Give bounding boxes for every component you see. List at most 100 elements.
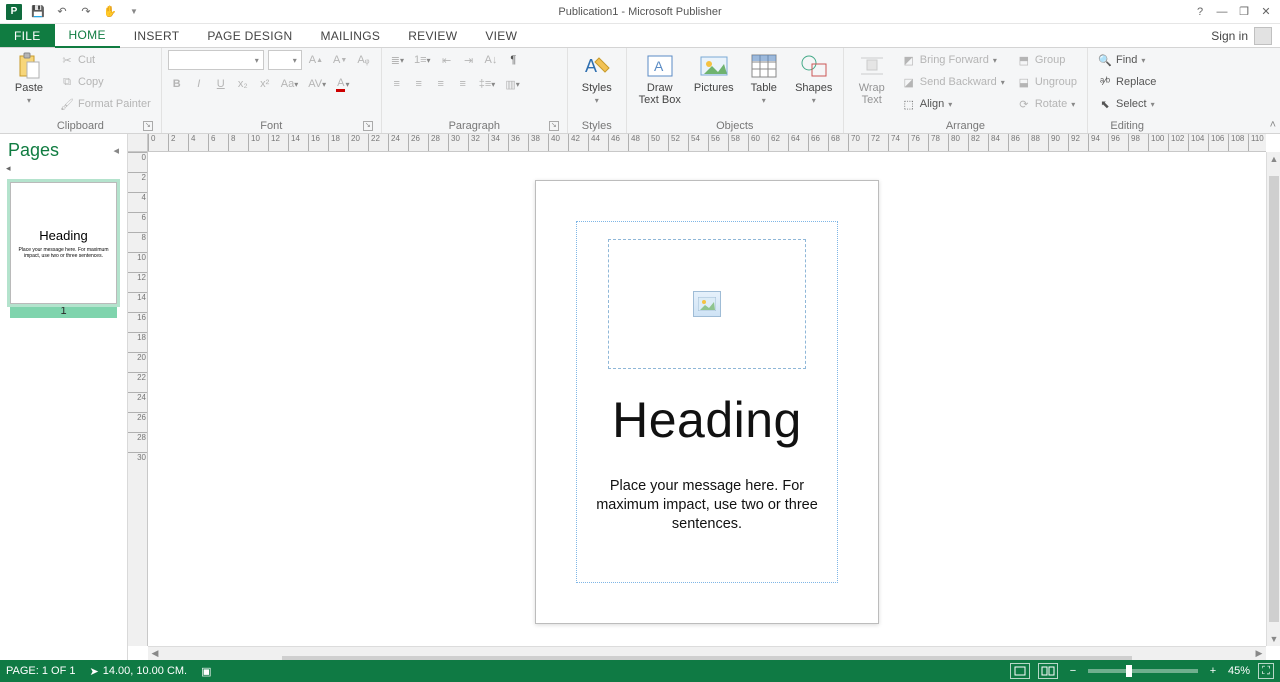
clear-formatting-button[interactable]: Aᵩ (354, 51, 372, 69)
cut-button[interactable]: ✂Cut (56, 50, 155, 70)
line-spacing-button[interactable]: ‡≡▾ (476, 75, 499, 93)
ruler-tick: 10 (248, 134, 260, 152)
draw-text-box-button[interactable]: A Draw Text Box (633, 50, 687, 106)
bold-button[interactable]: B (168, 75, 186, 93)
quick-access-toolbar: P 💾 ↶ ↷ ✋ ▼ (0, 2, 144, 22)
zoom-slider[interactable] (1088, 669, 1198, 673)
tab-mailings[interactable]: MAILINGS (306, 24, 394, 47)
sort-button[interactable]: A↓ (482, 51, 501, 69)
shrink-font-button[interactable]: A▼ (330, 51, 350, 69)
tab-view[interactable]: VIEW (471, 24, 531, 47)
picture-placeholder[interactable] (608, 239, 806, 369)
font-size-combo[interactable]: ▾ (268, 50, 302, 70)
help-button[interactable]: ? (1190, 2, 1210, 22)
ruler-tick: 6 (208, 134, 215, 152)
select-button[interactable]: ⬉Select▾ (1094, 94, 1160, 114)
scroll-down-button[interactable]: ▼ (1267, 632, 1280, 646)
paragraph-dialog-launcher[interactable]: ↘ (549, 121, 559, 131)
document-heading[interactable]: Heading (536, 391, 878, 449)
pictures-button[interactable]: Pictures (691, 50, 737, 94)
copy-button[interactable]: ⧉Copy (56, 72, 155, 92)
fit-page-button[interactable]: ⛶ (1258, 663, 1274, 679)
qat-customize-button[interactable]: ▼ (124, 2, 144, 22)
minimize-button[interactable]: — (1212, 2, 1232, 22)
clipboard-dialog-launcher[interactable]: ↘ (143, 121, 153, 131)
sign-in-link[interactable]: Sign in (1203, 24, 1280, 47)
align-center-button[interactable]: ≡ (410, 75, 428, 93)
send-backward-button[interactable]: ◪Send Backward ▾ (898, 72, 1009, 92)
shapes-button[interactable]: Shapes▾ (791, 50, 837, 107)
section-toggle-icon[interactable]: ◂ (0, 163, 127, 174)
single-page-view-button[interactable] (1010, 663, 1030, 679)
rotate-button[interactable]: ⟳Rotate▾ (1013, 94, 1081, 114)
grow-font-button[interactable]: A▲ (306, 51, 326, 69)
change-case-button[interactable]: Aa▾ (278, 75, 301, 93)
find-button[interactable]: 🔍Find ▾ (1094, 50, 1160, 70)
viewport[interactable]: Heading Place your message here. For max… (148, 152, 1266, 646)
bullets-button[interactable]: ≣▾ (388, 51, 407, 69)
align-button[interactable]: ⬚Align▾ (898, 94, 1009, 114)
align-right-button[interactable]: ≡ (432, 75, 450, 93)
page-thumbnail[interactable]: Heading Place your message here. For max… (10, 182, 117, 304)
scroll-up-button[interactable]: ▲ (1267, 152, 1280, 166)
bring-forward-button[interactable]: ◩Bring Forward ▾ (898, 50, 1009, 70)
status-page[interactable]: PAGE: 1 OF 1 (6, 665, 76, 677)
numbering-button[interactable]: 1≡▾ (411, 51, 434, 69)
group-font: ▾ ▾ A▲ A▼ Aᵩ B I U x₂ x² Aa▾ AV▾ A▾ Font… (162, 48, 382, 133)
underline-button[interactable]: U (212, 75, 230, 93)
font-color-button[interactable]: A▾ (333, 75, 352, 93)
tab-review[interactable]: REVIEW (394, 24, 471, 47)
tab-insert[interactable]: INSERT (120, 24, 194, 47)
wrap-text-button[interactable]: Wrap Text (850, 50, 894, 106)
shapes-label: Shapes (795, 82, 832, 94)
columns-button[interactable]: ▥▾ (502, 75, 522, 93)
collapse-ribbon-button[interactable]: ˄ (1270, 119, 1276, 131)
scroll-left-button[interactable]: ◀ (148, 647, 162, 661)
vertical-scroll-thumb[interactable] (1269, 176, 1279, 622)
document-body-text[interactable]: Place your message here. For maximum imp… (586, 477, 828, 534)
pages-pane-collapse-button[interactable]: ◂ (113, 144, 119, 157)
increase-indent-button[interactable]: ⇥ (460, 51, 478, 69)
publication-page[interactable]: Heading Place your message here. For max… (535, 180, 879, 624)
char-spacing-button[interactable]: AV▾ (305, 75, 329, 93)
italic-button[interactable]: I (190, 75, 208, 93)
paste-button[interactable]: Paste▾ (6, 50, 52, 107)
superscript-button[interactable]: x² (256, 75, 274, 93)
save-button[interactable]: 💾 (28, 2, 48, 22)
font-dialog-launcher[interactable]: ↘ (363, 121, 373, 131)
vertical-scrollbar[interactable]: ▲ ▼ (1266, 152, 1280, 646)
tab-page-design[interactable]: PAGE DESIGN (193, 24, 306, 47)
replace-button[interactable]: ᵃ⁄ᵇReplace (1094, 72, 1160, 92)
zoom-in-button[interactable]: + (1206, 665, 1220, 677)
close-button[interactable]: ✕ (1256, 2, 1276, 22)
group-button[interactable]: ⬒Group (1013, 50, 1081, 70)
numbering-icon: 1≡ (414, 54, 427, 66)
tab-file[interactable]: FILE (0, 24, 55, 47)
restore-button[interactable]: ❐ (1234, 2, 1254, 22)
justify-button[interactable]: ≡ (454, 75, 472, 93)
pages-pane: Pages ◂ ◂ Heading Place your message her… (0, 134, 128, 660)
font-name-combo[interactable]: ▾ (168, 50, 264, 70)
format-painter-button[interactable]: 🖌Format Painter (56, 94, 155, 114)
zoom-out-button[interactable]: − (1066, 665, 1080, 677)
touch-mode-button[interactable]: ✋ (100, 2, 120, 22)
ruler-tick: 4 (188, 134, 195, 152)
zoom-level[interactable]: 45% (1228, 665, 1250, 677)
ruler-tick: 22 (368, 134, 380, 152)
two-page-view-button[interactable] (1038, 663, 1058, 679)
horizontal-ruler[interactable]: 0246810121416182022242628303234363840424… (148, 134, 1266, 152)
vertical-ruler[interactable]: 024681012141618202224262830 (128, 152, 148, 646)
zoom-slider-thumb[interactable] (1126, 665, 1132, 677)
scroll-right-button[interactable]: ▶ (1252, 647, 1266, 661)
subscript-button[interactable]: x₂ (234, 75, 252, 93)
styles-button[interactable]: A Styles▾ (574, 50, 620, 107)
decrease-indent-button[interactable]: ⇤ (438, 51, 456, 69)
align-left-button[interactable]: ≡ (388, 75, 406, 93)
tab-home[interactable]: HOME (55, 24, 120, 48)
show-marks-button[interactable]: ¶ (504, 51, 522, 69)
table-button[interactable]: Table▾ (741, 50, 787, 107)
ungroup-button[interactable]: ⬓Ungroup (1013, 72, 1081, 92)
undo-button[interactable]: ↶ (52, 2, 72, 22)
redo-button[interactable]: ↷ (76, 2, 96, 22)
horizontal-scrollbar[interactable]: ◀ ▶ (148, 646, 1266, 660)
